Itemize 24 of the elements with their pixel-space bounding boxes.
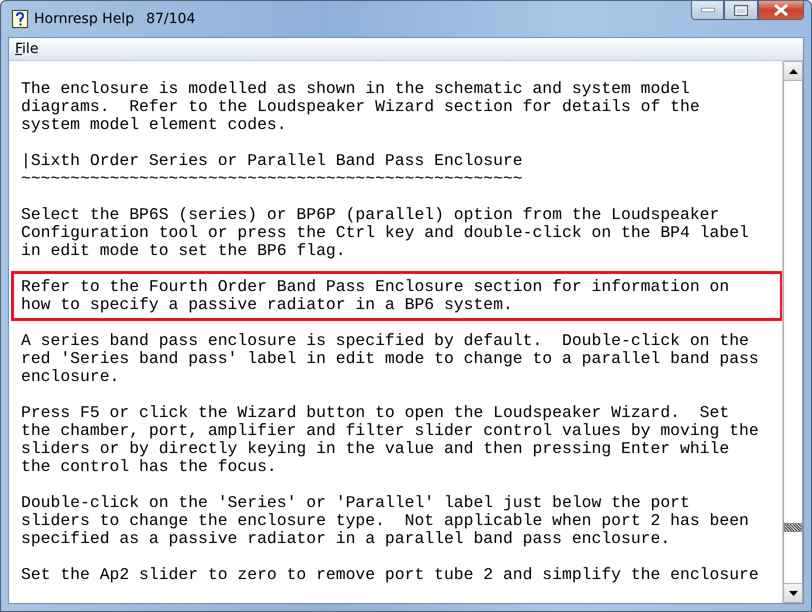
- maximize-button[interactable]: [724, 0, 758, 20]
- help-icon: [12, 10, 28, 28]
- paragraph: |Sixth Order Series or Parallel Band Pass Enclosure ~~~~~~~~~~~~~~~~~~~~~~~~~~~~~~~~~~~~~~~~~~~~~~~~~~~: [21, 152, 523, 188]
- paragraph: Set the Ap2 slider to zero to remove port tube 2 and simplify the enclosure: [21, 566, 759, 584]
- paragraph: Press F5 or click the Wizard button to open the Loudspeaker Wizard. Set the chamber, port, amplifier and filter slider control values by moving the sliders or by directly keying in the value and then pressing Enter while the control has the focus.: [21, 404, 759, 476]
- close-button[interactable]: [758, 0, 804, 20]
- down-arrow-icon: [788, 590, 798, 596]
- minimize-icon: [700, 8, 714, 12]
- paragraph: Select the BP6S (series) or BP6P (parallel) option from the Loudspeaker Configuration tool or press the Ctrl key and double-click on the BP4 label in edit mode to set the BP6 flag.: [21, 206, 749, 260]
- up-arrow-icon: [788, 68, 798, 74]
- highlighted-paragraph: Refer to the Fourth Order Band Pass Enclosure section for information on how to specify a passive radiator in a BP6 system.: [11, 271, 782, 321]
- paragraph: The enclosure is modelled as shown in the schematic and system model diagrams. Refer to the Loudspeaker Wizard section for details of the system model element codes.: [21, 80, 700, 134]
- page-counter: 87/104: [146, 11, 196, 27]
- paragraph: Double-click on the 'Series' or 'Parallel' label just below the port sliders to change the enclosure type. Not applicable when port 2 has been specified as a passive radiator in a parallel band pass enclosure.: [21, 494, 749, 548]
- menu-item[interactable]: File: [13, 41, 40, 57]
- paragraph: A series band pass enclosure is specified by default. Double-click on the red 'Series band pass' label in edit mode to change to a parallel band pass enclosure.: [21, 332, 759, 386]
- scroll-down-button[interactable]: [783, 583, 803, 603]
- scroll-thumb[interactable]: [784, 522, 802, 532]
- scroll-up-button[interactable]: [783, 61, 803, 81]
- minimize-button[interactable]: [691, 0, 724, 20]
- window-title: Hornresp Help: [34, 11, 134, 27]
- scrollbar[interactable]: [782, 61, 803, 603]
- maximize-icon: [734, 4, 748, 16]
- close-icon: [773, 4, 789, 16]
